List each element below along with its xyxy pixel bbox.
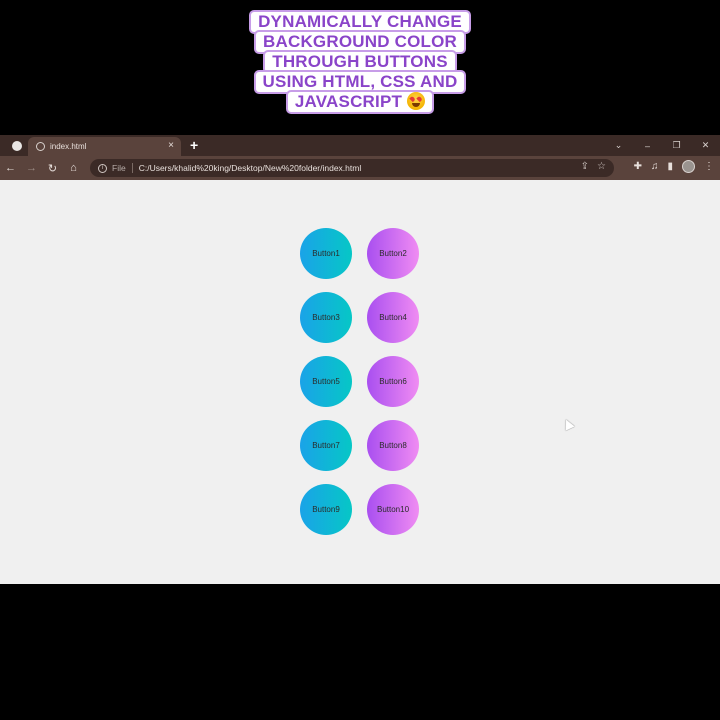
caption-line-5-text: JAVASCRIPT (294, 92, 403, 111)
reload-button[interactable]: ↻ (42, 162, 63, 175)
tab-index-html[interactable]: index.html × (28, 137, 181, 156)
forward-button[interactable]: → (21, 162, 42, 174)
button-2[interactable]: Button2 (367, 228, 419, 279)
button-9[interactable]: Button9 (300, 484, 352, 535)
button-grid: Button1 Button2 Button3 Button4 Button5 … (300, 228, 419, 535)
tab-search-icon[interactable]: ⌄ (604, 140, 633, 151)
menu-icon[interactable]: ⋮ (704, 161, 714, 172)
button-6[interactable]: Button6 (367, 356, 419, 407)
omnibox-actions: ⇪ ☆ (581, 161, 606, 172)
button-10[interactable]: Button10 (367, 484, 419, 535)
page-viewport: Button1 Button2 Button3 Button4 Button5 … (0, 180, 720, 584)
address-bar[interactable]: i File C:/Users/khalid%20king/Desktop/Ne… (90, 159, 614, 177)
tab-strip: index.html × + ⌄ – ❐ ✕ (0, 135, 720, 156)
video-caption: DYNAMICALLY CHANGE BACKGROUND COLOR THRO… (0, 12, 720, 112)
minimize-button[interactable]: – (633, 141, 662, 151)
back-button[interactable]: ← (0, 162, 21, 174)
star-icon[interactable]: ☆ (597, 161, 606, 172)
scheme-label: File (112, 163, 126, 173)
home-button[interactable]: ⌂ (63, 162, 84, 174)
button-5[interactable]: Button5 (300, 356, 352, 407)
globe-icon (36, 142, 45, 151)
caption-line-4: USING HTML, CSS AND (255, 72, 465, 92)
star-struck-emoji-icon (407, 92, 426, 110)
address-url[interactable]: C:/Users/khalid%20king/Desktop/New%20fol… (139, 163, 362, 173)
tab-title: index.html (50, 142, 87, 151)
button-8[interactable]: Button8 (367, 420, 419, 471)
button-4[interactable]: Button4 (367, 292, 419, 343)
extensions-icon[interactable]: ✚ (634, 161, 642, 172)
tab-close-icon[interactable]: × (168, 140, 174, 151)
sidebar-icon[interactable]: ▮ (667, 161, 673, 172)
media-icon[interactable]: ♫ (651, 161, 659, 172)
caption-line-3: THROUGH BUTTONS (265, 52, 455, 72)
caption-line-5: JAVASCRIPT (287, 92, 433, 112)
close-window-button[interactable]: ✕ (691, 140, 720, 151)
browser-toolbar: ← → ↻ ⌂ i File C:/Users/khalid%20king/De… (0, 156, 720, 180)
mouse-cursor-icon (561, 417, 575, 431)
browser-window: index.html × + ⌄ – ❐ ✕ ← → ↻ ⌂ i File C:… (0, 135, 720, 584)
toolbar-actions: ✚ ♫ ▮ ⋮ (634, 160, 714, 173)
restore-button[interactable]: ❐ (662, 140, 691, 151)
caption-line-2: BACKGROUND COLOR (256, 32, 464, 52)
share-icon[interactable]: ⇪ (581, 161, 589, 172)
button-1[interactable]: Button1 (300, 228, 352, 279)
new-tab-button[interactable]: + (190, 137, 198, 153)
address-separator (131, 163, 133, 173)
button-7[interactable]: Button7 (300, 420, 352, 471)
profile-avatar[interactable] (682, 160, 695, 173)
caption-line-1: DYNAMICALLY CHANGE (251, 12, 469, 32)
button-3[interactable]: Button3 (300, 292, 352, 343)
info-icon[interactable]: i (98, 163, 107, 173)
window-controls: ⌄ – ❐ ✕ (604, 135, 720, 156)
profile-icon[interactable] (12, 141, 22, 151)
